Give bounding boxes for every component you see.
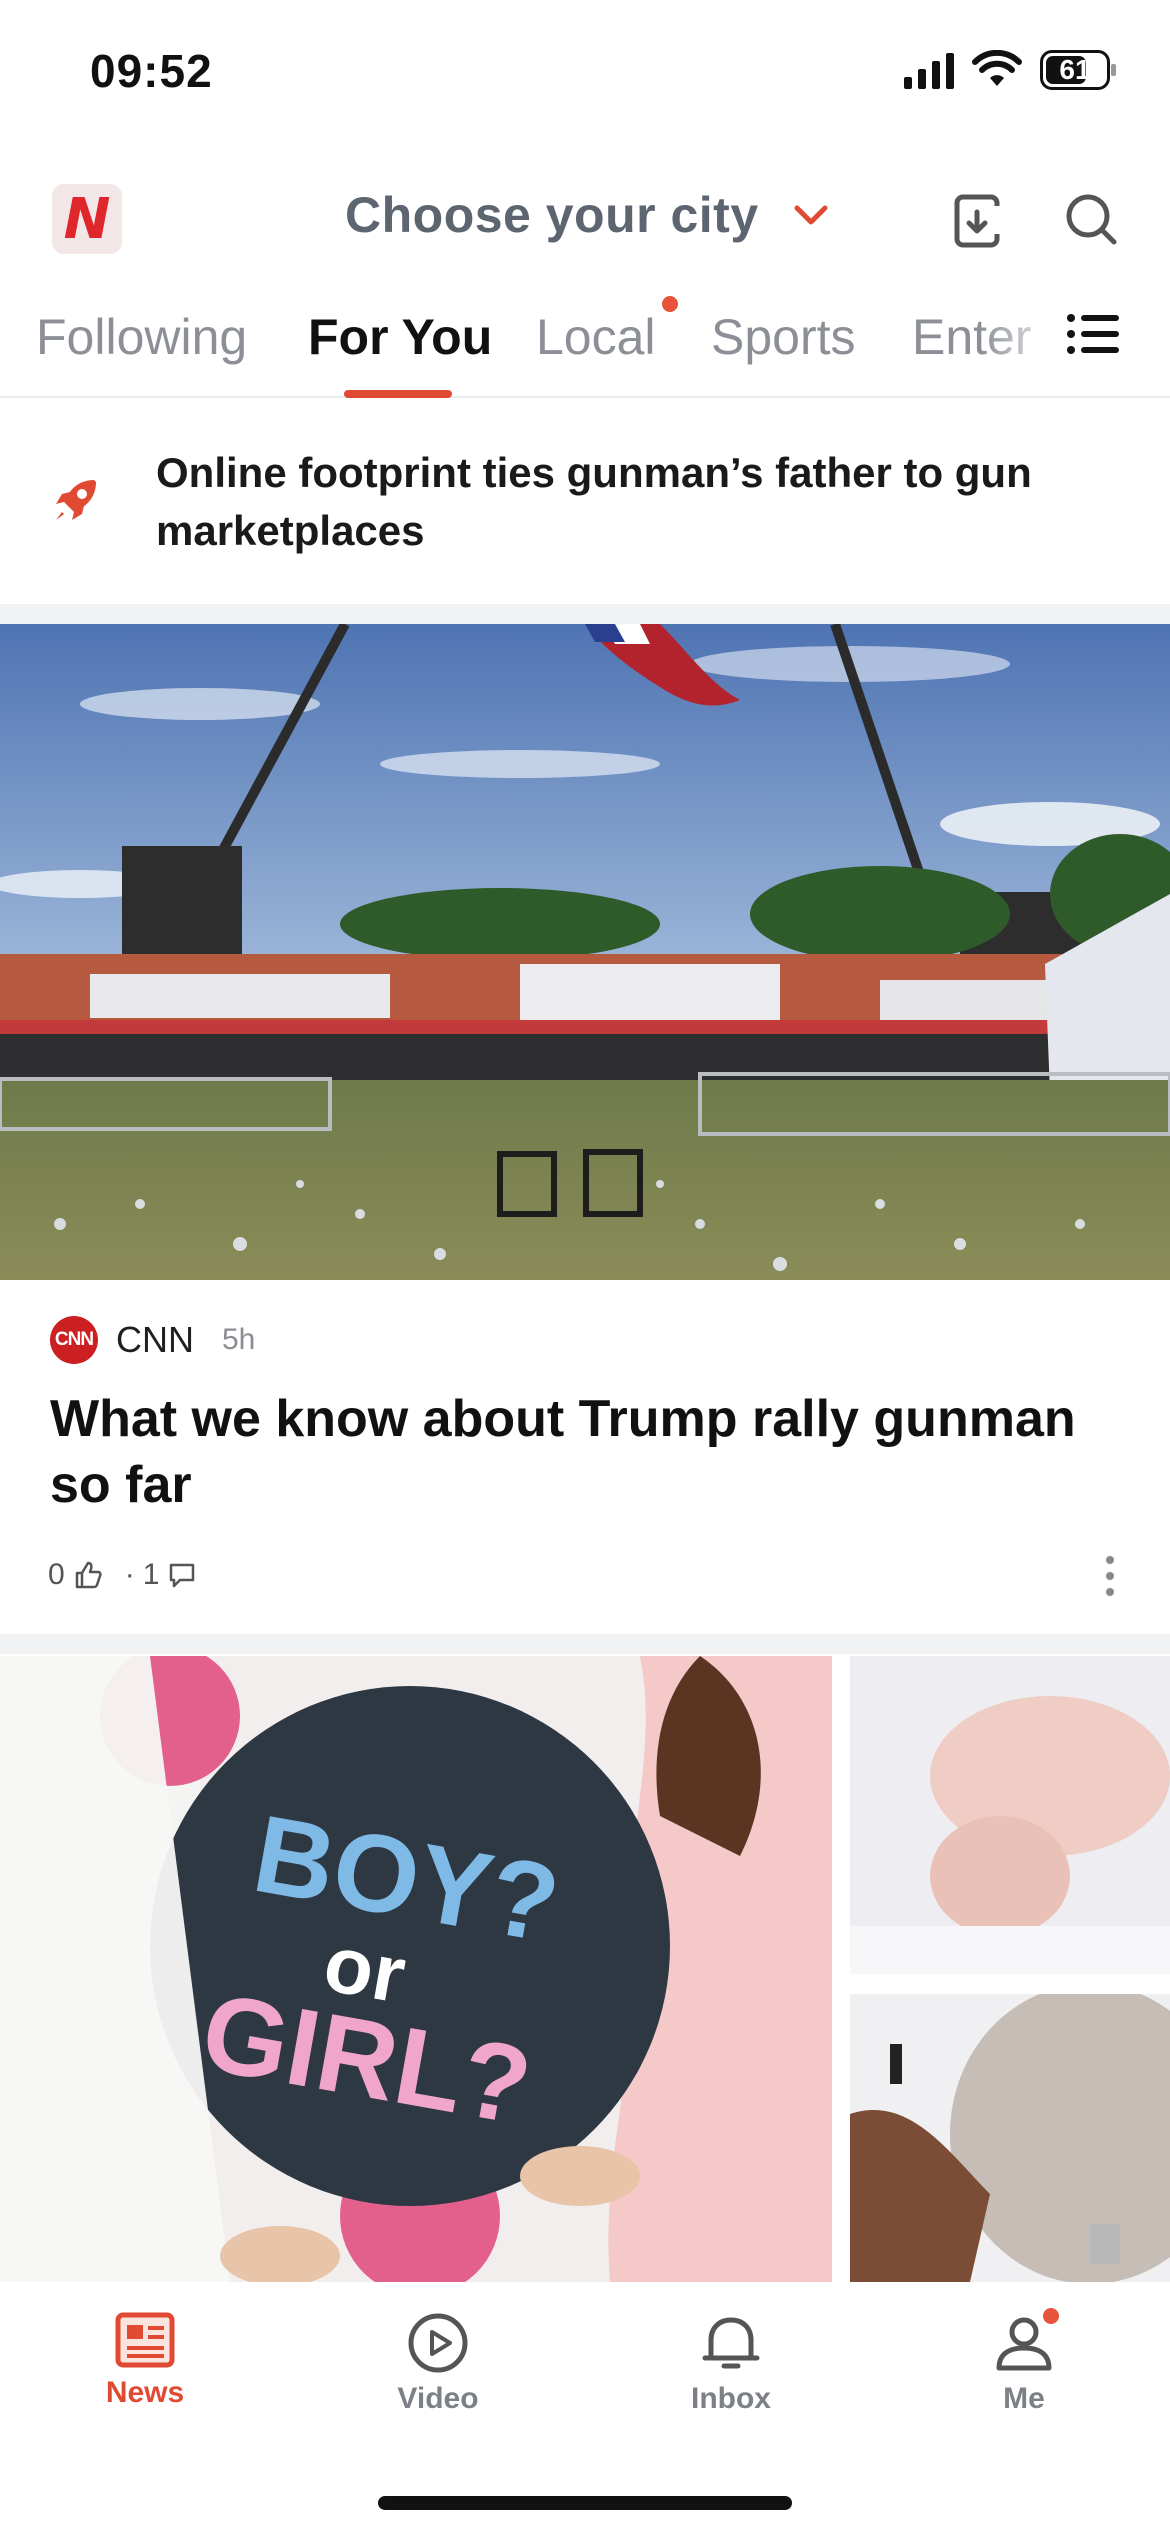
- like-count: 0: [48, 1558, 65, 1591]
- app-header: N Choose your city: [0, 170, 1170, 270]
- tab-fade: [980, 290, 1070, 390]
- bottom-navigation: News Video Inbox Me: [0, 2282, 1170, 2532]
- story-pregnancy-image[interactable]: [850, 1994, 1170, 2282]
- tab-local[interactable]: Local: [536, 308, 656, 366]
- tab-for-you[interactable]: For You: [308, 308, 492, 366]
- city-selector-label: Choose your city: [345, 187, 759, 243]
- article-source-row[interactable]: CNN CNN 5h: [50, 1316, 255, 1364]
- status-time: 09:52: [90, 45, 213, 97]
- engagement-separator: ·: [124, 1558, 135, 1591]
- cellular-signal-icon: [904, 51, 954, 89]
- search-icon[interactable]: [1064, 192, 1118, 246]
- wifi-icon: [972, 50, 1022, 86]
- tab-list-menu-icon[interactable]: [1066, 312, 1120, 356]
- tab-following[interactable]: Following: [36, 308, 247, 366]
- nav-me-label: Me: [1003, 2382, 1045, 2415]
- comment-count: 1: [142, 1558, 160, 1591]
- nav-video[interactable]: Video: [338, 2312, 538, 2416]
- tab-sports[interactable]: Sports: [711, 308, 856, 366]
- bell-icon: [702, 2317, 760, 2369]
- trending-banner[interactable]: Online footprint ties gunman’s father to…: [0, 402, 1170, 602]
- rocket-icon: [56, 480, 96, 520]
- article-engagement: 0 · 1: [48, 1558, 197, 1592]
- more-options-icon[interactable]: [1106, 1556, 1114, 1596]
- nav-news-label: News: [105, 2376, 185, 2409]
- battery-level: 61: [1059, 54, 1091, 85]
- trending-headline: Online footprint ties gunman’s father to…: [156, 449, 1032, 554]
- source-name: CNN: [116, 1319, 194, 1360]
- nav-news[interactable]: News: [45, 2312, 245, 2410]
- chevron-down-icon: [794, 205, 828, 225]
- article-headline[interactable]: What we know about Trump rally gunman so…: [50, 1386, 1120, 1518]
- status-bar: 09:52 61: [0, 0, 1170, 150]
- news-icon: [115, 2312, 175, 2368]
- article-time: 5h: [222, 1323, 256, 1356]
- me-notification-dot: [1043, 2308, 1059, 2324]
- saved-download-icon[interactable]: [952, 192, 1004, 250]
- story-baby-image[interactable]: [850, 1656, 1170, 1974]
- play-circle-icon: [408, 2313, 468, 2373]
- thumbs-up-icon[interactable]: [73, 1560, 103, 1590]
- nav-inbox-label: Inbox: [691, 2382, 771, 2415]
- feed-divider: [0, 1634, 1170, 1654]
- feed-divider: [0, 604, 1170, 624]
- nav-inbox[interactable]: Inbox: [631, 2312, 831, 2416]
- story-main-image[interactable]: BOY? or GIRL?: [0, 1656, 832, 2282]
- nav-video-label: Video: [397, 2382, 479, 2415]
- article-hero-image[interactable]: [0, 624, 1170, 1280]
- city-selector[interactable]: Choose your city: [345, 186, 829, 244]
- source-logo: CNN: [50, 1316, 98, 1364]
- category-tabs: Following For You Local Sports Enter: [0, 290, 1170, 398]
- comment-icon[interactable]: [167, 1560, 197, 1590]
- status-icons: 61: [904, 50, 1116, 90]
- app-logo[interactable]: N: [52, 184, 122, 254]
- nav-me[interactable]: Me: [924, 2308, 1124, 2416]
- battery-icon: 61: [1040, 50, 1116, 90]
- header-actions: [952, 192, 1118, 250]
- home-indicator[interactable]: [378, 2496, 792, 2510]
- tab-local-notification-dot: [662, 296, 678, 312]
- active-tab-indicator: [344, 390, 452, 398]
